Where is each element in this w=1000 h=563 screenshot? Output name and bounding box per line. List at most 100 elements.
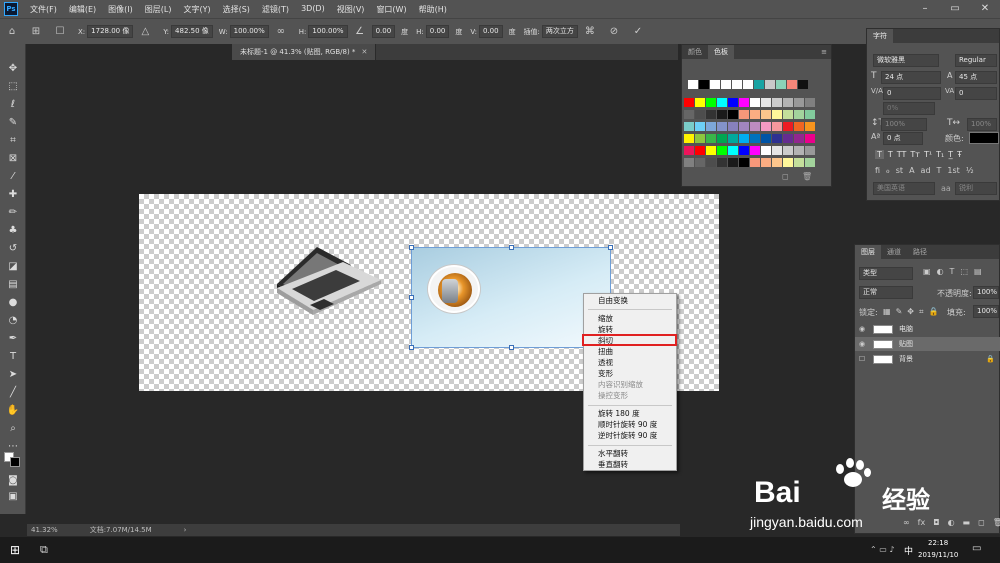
zoom-level[interactable]: 41.32% xyxy=(31,526,58,534)
color-swatch[interactable] xyxy=(717,134,727,143)
menu-item[interactable]: 窗口(W) xyxy=(370,4,412,15)
zoom-tool-icon[interactable]: ⌕ xyxy=(5,422,21,436)
transform-handle[interactable] xyxy=(509,245,514,250)
color-swatch[interactable] xyxy=(728,122,738,131)
color-swatch[interactable] xyxy=(761,110,771,119)
color-swatch[interactable] xyxy=(794,134,804,143)
menu-item[interactable]: 滤镜(T) xyxy=(256,4,295,15)
color-swatch[interactable] xyxy=(805,110,815,119)
color-swatch[interactable] xyxy=(706,110,716,119)
color-swatch[interactable] xyxy=(765,80,775,89)
eyedropper-tool-icon[interactable]: ⁄ xyxy=(5,170,21,184)
menu-item-perspective[interactable]: 透视 xyxy=(598,358,613,368)
maximize-icon[interactable]: ▭ xyxy=(940,0,970,18)
marquee-tool-icon[interactable]: ⬚ xyxy=(5,80,21,94)
blur-tool-icon[interactable]: ● xyxy=(5,296,21,310)
color-swatch[interactable] xyxy=(695,98,705,107)
faux-bold-button[interactable]: T xyxy=(875,150,884,159)
status-arrow-icon[interactable]: › xyxy=(184,526,187,534)
commit-check-icon[interactable]: ✓ xyxy=(631,25,645,39)
tab-swatches[interactable]: 色板 xyxy=(708,45,734,59)
font-size-field[interactable]: 24 点 xyxy=(881,71,941,84)
color-swatch[interactable] xyxy=(783,98,793,107)
vertical-scale-field[interactable]: 100% xyxy=(881,118,927,131)
quick-mask-icon[interactable]: ◙ xyxy=(5,474,21,488)
color-swatch[interactable] xyxy=(772,110,782,119)
tsume-field[interactable]: 0% xyxy=(883,102,935,115)
faux-italic-button[interactable]: T xyxy=(888,150,893,159)
color-swatch[interactable] xyxy=(783,134,793,143)
color-swatch[interactable] xyxy=(721,80,731,89)
pen-tool-icon[interactable]: ✒ xyxy=(5,332,21,346)
path-select-tool-icon[interactable]: ➤ xyxy=(5,368,21,382)
reference-point-icon[interactable]: ⊞ xyxy=(29,25,43,39)
superscript-button[interactable]: T¹ xyxy=(924,150,932,159)
hand-tool-icon[interactable]: ✋ xyxy=(5,404,21,418)
color-swatch[interactable] xyxy=(761,158,771,167)
color-swatch[interactable] xyxy=(706,98,716,107)
link-icon[interactable]: ∞ xyxy=(274,25,288,39)
fill-field[interactable]: 100% xyxy=(973,305,999,318)
minimize-icon[interactable]: – xyxy=(910,0,940,18)
menu-item[interactable]: 3D(D) xyxy=(295,4,331,15)
quick-select-tool-icon[interactable]: ✎ xyxy=(5,116,21,130)
color-swatch[interactable] xyxy=(739,110,749,119)
eye-icon[interactable]: ◉ xyxy=(855,325,869,333)
close-tab-icon[interactable]: ✕ xyxy=(361,44,367,60)
language-select[interactable]: 美国英语 xyxy=(873,182,935,195)
dodge-tool-icon[interactable]: ◔ xyxy=(5,314,21,328)
color-swatch[interactable] xyxy=(706,134,716,143)
tab-layers[interactable]: 图层 xyxy=(855,245,881,259)
menu-item-rotate-90-cw[interactable]: 顺时针旋转 90 度 xyxy=(598,420,657,430)
lock-position-icon[interactable]: ✥ xyxy=(907,307,914,317)
warp-icon[interactable]: ⌘ xyxy=(583,25,597,39)
background-color-swatch[interactable] xyxy=(10,457,20,467)
h-field[interactable]: 100.00% xyxy=(308,25,348,38)
menu-item[interactable]: 选择(S) xyxy=(217,4,256,15)
color-swatch[interactable] xyxy=(684,146,694,155)
color-swatch[interactable] xyxy=(754,80,764,89)
color-swatch[interactable] xyxy=(695,146,705,155)
type-filter-icon[interactable]: T xyxy=(950,267,955,276)
checkbox-icon[interactable]: ☐ xyxy=(53,25,67,39)
color-swatch[interactable] xyxy=(772,98,782,107)
color-swatch[interactable] xyxy=(695,110,705,119)
ordinal-button[interactable]: T xyxy=(937,166,942,175)
color-swatch[interactable] xyxy=(695,122,705,131)
menu-item[interactable]: 文件(F) xyxy=(24,4,63,15)
color-swatch[interactable] xyxy=(783,146,793,155)
color-swatch[interactable] xyxy=(776,80,786,89)
frame-tool-icon[interactable]: ⊠ xyxy=(5,152,21,166)
vskew-field[interactable]: 0.00 xyxy=(478,25,503,38)
clock-date[interactable]: 2019/11/10 xyxy=(918,551,958,559)
lock-artboard-icon[interactable]: ⌗ xyxy=(919,307,924,317)
color-swatch[interactable] xyxy=(750,134,760,143)
color-swatch[interactable] xyxy=(750,122,760,131)
menu-item[interactable]: 帮助(H) xyxy=(413,4,453,15)
color-swatch[interactable] xyxy=(794,146,804,155)
color-swatch[interactable] xyxy=(743,80,753,89)
gradient-tool-icon[interactable]: ▤ xyxy=(5,278,21,292)
menu-item-rotate-180[interactable]: 旋转 180 度 xyxy=(598,409,640,419)
color-swatch[interactable] xyxy=(798,80,808,89)
history-brush-tool-icon[interactable]: ↺ xyxy=(5,242,21,256)
leading-field[interactable]: 45 点 xyxy=(955,71,997,84)
lasso-tool-icon[interactable]: ℓ xyxy=(5,98,21,112)
color-swatch[interactable] xyxy=(695,158,705,167)
kerning-field[interactable]: 0 xyxy=(883,87,941,100)
crop-tool-icon[interactable]: ⌗ xyxy=(5,134,21,148)
lock-all-icon[interactable]: 🔒 xyxy=(928,307,938,317)
text-color-swatch[interactable] xyxy=(969,132,999,144)
color-swatch[interactable] xyxy=(761,98,771,107)
notification-icon[interactable]: ▭ xyxy=(972,543,981,554)
smart-object-filter-icon[interactable]: ▤ xyxy=(974,267,982,276)
color-swatch[interactable] xyxy=(728,158,738,167)
tab-channels[interactable]: 通道 xyxy=(881,245,907,259)
horizontal-scale-field[interactable]: 100% xyxy=(967,118,997,131)
color-swatch[interactable] xyxy=(761,122,771,131)
transform-handle[interactable] xyxy=(409,245,414,250)
color-swatch[interactable] xyxy=(739,146,749,155)
color-swatch[interactable] xyxy=(684,122,694,131)
menu-item-rotate-90-ccw[interactable]: 逆时针旋转 90 度 xyxy=(598,431,657,441)
tab-color[interactable]: 颜色 xyxy=(682,45,708,59)
